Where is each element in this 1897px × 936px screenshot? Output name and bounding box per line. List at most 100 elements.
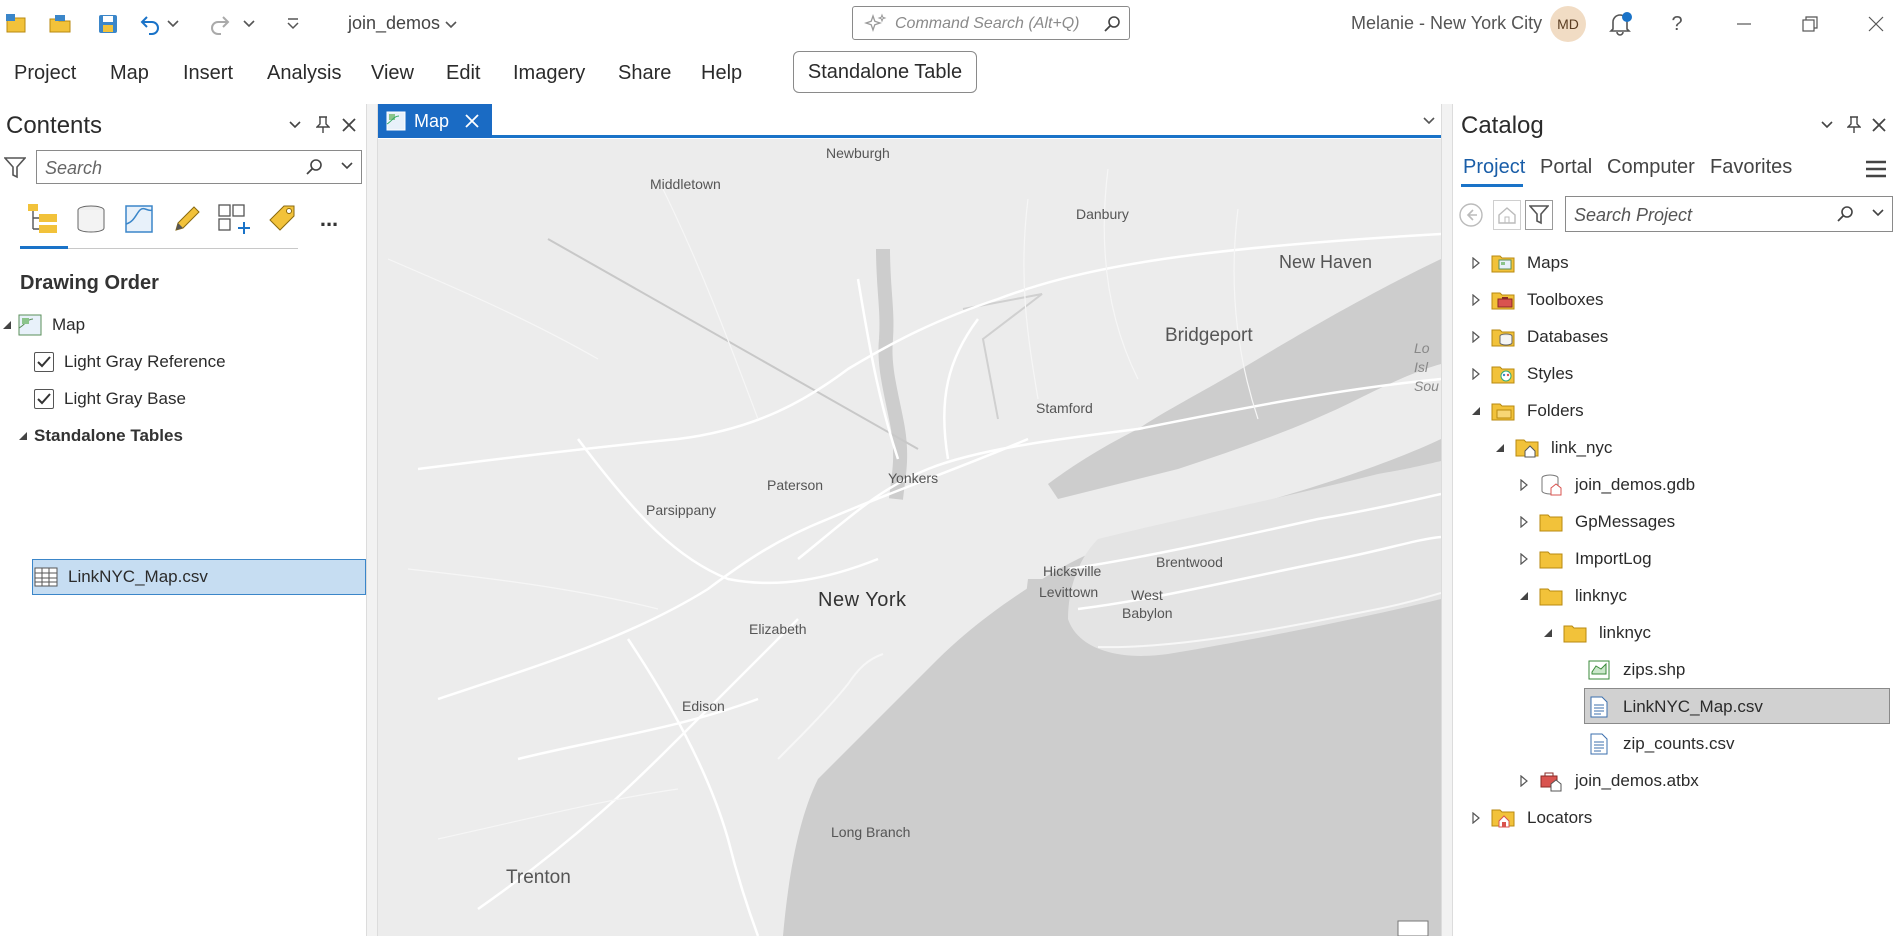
list-by-source-icon[interactable] — [72, 200, 110, 238]
catalog-item-linknyc[interactable]: linknyc — [1517, 579, 1627, 613]
tab-catalog-computer[interactable]: Computer — [1607, 156, 1695, 179]
catalog-item-label: link_nyc — [1551, 438, 1613, 457]
redo-icon[interactable] — [206, 10, 234, 38]
open-project-icon[interactable] — [46, 10, 74, 38]
tab-catalog-project[interactable]: Project — [1463, 156, 1525, 179]
tab-project[interactable]: Project — [14, 62, 76, 85]
expanded-triangle-icon[interactable] — [1517, 589, 1531, 603]
catalog-item-locators[interactable]: Locators — [1469, 801, 1592, 835]
pane-splitter[interactable] — [1441, 104, 1453, 936]
layer-visibility-checkbox[interactable] — [34, 389, 54, 409]
collapsed-triangle-icon[interactable] — [1469, 367, 1483, 381]
close-window-icon[interactable] — [1860, 8, 1892, 40]
tab-map-view[interactable]: Map — [378, 104, 492, 138]
catalog-item-maps[interactable]: Maps — [1469, 246, 1569, 280]
list-by-snapping-icon[interactable] — [216, 200, 254, 238]
pane-options-icon[interactable] — [284, 114, 306, 136]
pin-icon[interactable] — [312, 114, 334, 136]
customize-toolbar-icon[interactable] — [282, 10, 304, 38]
tab-catalog-portal[interactable]: Portal — [1540, 156, 1592, 179]
more-options-button[interactable]: ... — [310, 200, 348, 238]
project-name: join_demos — [348, 13, 441, 33]
catalog-item-folders[interactable]: Folders — [1469, 394, 1584, 428]
minimize-icon[interactable] — [1728, 8, 1760, 40]
new-project-icon[interactable] — [2, 10, 30, 38]
standalone-tables-group[interactable]: Standalone Tables — [18, 419, 183, 453]
home-icon[interactable] — [1493, 200, 1521, 230]
pane-options-icon[interactable] — [1816, 114, 1838, 136]
tab-standalone-table[interactable]: Standalone Table — [793, 51, 977, 93]
tab-share[interactable]: Share — [618, 62, 671, 85]
save-project-icon[interactable] — [94, 10, 122, 38]
catalog-item-zips-shp[interactable]: zips.shp — [1587, 653, 1685, 687]
catalog-item-linknyc-map-csv[interactable]: LinkNYC_Map.csv — [1587, 690, 1763, 724]
collapsed-triangle-icon[interactable] — [1469, 330, 1483, 344]
collapsed-triangle-icon[interactable] — [1469, 256, 1483, 270]
tab-analysis[interactable]: Analysis — [267, 62, 341, 85]
tab-imagery[interactable]: Imagery — [513, 62, 585, 85]
expanded-triangle-icon[interactable] — [1541, 626, 1555, 640]
catalog-item-gpmessages[interactable]: GpMessages — [1517, 505, 1675, 539]
tab-insert[interactable]: Insert — [183, 62, 233, 85]
catalog-item-join-demos-atbx[interactable]: join_demos.atbx — [1517, 764, 1699, 798]
catalog-item-toolboxes[interactable]: Toolboxes — [1469, 283, 1604, 317]
collapsed-triangle-icon[interactable] — [1517, 515, 1531, 529]
catalog-item-linknyc-nested[interactable]: linknyc — [1541, 616, 1651, 650]
list-by-drawing-order-icon[interactable] — [24, 200, 62, 238]
tab-help[interactable]: Help — [701, 62, 742, 85]
redo-dropdown-icon[interactable] — [240, 10, 258, 38]
list-by-editing-icon[interactable] — [168, 200, 206, 238]
toc-map-item[interactable]: Map — [2, 308, 85, 342]
layer-light-gray-base[interactable]: Light Gray Base — [34, 382, 186, 416]
layer-visibility-checkbox[interactable] — [34, 352, 54, 372]
expanded-triangle-icon[interactable] — [1493, 441, 1507, 455]
collapsed-triangle-icon[interactable] — [1469, 293, 1483, 307]
close-icon[interactable] — [338, 114, 360, 136]
catalog-item-join-demos-gdb[interactable]: join_demos.gdb — [1517, 468, 1695, 502]
layer-light-gray-reference[interactable]: Light Gray Reference — [34, 345, 226, 379]
map-canvas[interactable]: Newburgh Middletown Danbury New Haven Br… — [378, 139, 1441, 936]
tab-catalog-favorites[interactable]: Favorites — [1710, 156, 1792, 179]
close-tab-icon[interactable] — [465, 114, 479, 128]
place-elizabeth: Elizabeth — [749, 621, 807, 637]
tab-edit[interactable]: Edit — [446, 62, 480, 85]
collapsed-triangle-icon[interactable] — [1517, 774, 1531, 788]
csv-file-icon — [1587, 733, 1611, 755]
pane-splitter[interactable] — [366, 104, 378, 936]
catalog-item-importlog[interactable]: ImportLog — [1517, 542, 1652, 576]
expanded-triangle-icon[interactable] — [2, 320, 12, 330]
project-name-dropdown[interactable]: join_demos — [348, 13, 457, 34]
collapsed-triangle-icon[interactable] — [1517, 478, 1531, 492]
restore-icon[interactable] — [1794, 8, 1826, 40]
collapsed-triangle-icon[interactable] — [1469, 811, 1483, 825]
command-search-input[interactable]: Command Search (Alt+Q) — [852, 6, 1130, 40]
notification-bell-icon[interactable] — [1604, 8, 1636, 40]
standalone-table-item[interactable]: LinkNYC_Map.csv — [34, 560, 208, 594]
expanded-triangle-icon[interactable] — [1469, 404, 1483, 418]
catalog-item-styles[interactable]: Styles — [1469, 357, 1573, 391]
avatar[interactable]: MD — [1550, 6, 1586, 42]
close-icon[interactable] — [1868, 114, 1890, 136]
expanded-triangle-icon[interactable] — [18, 431, 28, 441]
chevron-down-icon[interactable] — [1423, 117, 1435, 125]
filter-icon[interactable] — [1525, 200, 1553, 230]
tab-view[interactable]: View — [371, 62, 414, 85]
maps-folder-icon — [1491, 252, 1515, 274]
undo-dropdown-icon[interactable] — [164, 10, 182, 38]
collapsed-triangle-icon[interactable] — [1517, 552, 1531, 566]
hamburger-menu-icon[interactable] — [1865, 160, 1887, 183]
list-by-selection-icon[interactable] — [120, 200, 158, 238]
catalog-search-input[interactable]: Search Project — [1565, 196, 1893, 232]
catalog-item-databases[interactable]: Databases — [1469, 320, 1608, 354]
user-name[interactable]: Melanie - New York City — [1351, 13, 1542, 34]
help-button[interactable]: ? — [1661, 8, 1693, 40]
undo-icon[interactable] — [136, 10, 164, 38]
list-by-labeling-icon[interactable] — [264, 200, 302, 238]
filter-icon[interactable] — [3, 156, 27, 185]
catalog-item-link-nyc[interactable]: link_nyc — [1493, 431, 1612, 465]
contents-search-input[interactable]: Search — [36, 150, 362, 184]
pin-icon[interactable] — [1843, 114, 1865, 136]
tab-map[interactable]: Map — [110, 62, 149, 85]
back-icon[interactable] — [1457, 200, 1485, 230]
catalog-item-zip-counts-csv[interactable]: zip_counts.csv — [1587, 727, 1735, 761]
